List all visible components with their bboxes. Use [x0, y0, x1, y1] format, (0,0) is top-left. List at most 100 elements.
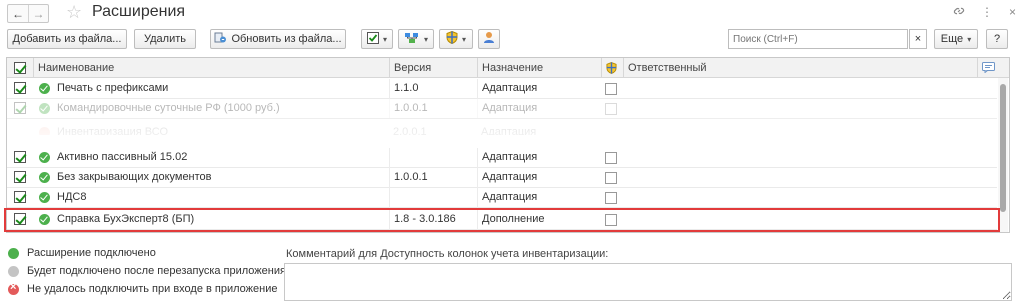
connected-status-icon	[39, 103, 50, 114]
row-name: Печать с префиксами	[57, 82, 169, 94]
row-version: 1.0.0.1	[389, 99, 477, 119]
link-icon[interactable]	[953, 5, 965, 20]
connected-status-icon	[39, 172, 50, 183]
extensions-table: Наименование Версия Назначение Ответстве…	[6, 57, 1010, 233]
more-button[interactable]: Еще ▾	[934, 29, 978, 49]
safe-mode-checkbox[interactable]	[605, 103, 617, 115]
structure-dropdown[interactable]: ▾	[398, 29, 434, 49]
security-dropdown[interactable]: ▾	[439, 29, 473, 49]
pending-status-icon	[8, 266, 19, 277]
update-icon	[214, 32, 227, 47]
title-bar: ← → ☆ Расширения ⋮ ×	[0, 0, 1024, 26]
row-name: Командировочные суточные РФ (1000 руб.)	[57, 102, 280, 114]
safe-mode-checkbox[interactable]	[605, 83, 617, 95]
highlight-frame	[4, 208, 1000, 232]
arrow-right-icon: →	[32, 6, 45, 21]
header-version[interactable]: Версия	[389, 58, 477, 78]
legend-text: Будет подключено после перезапуска прило…	[27, 265, 286, 277]
update-from-file-button[interactable]: Обновить из файла...	[210, 29, 346, 49]
page-title: Расширения	[92, 3, 186, 20]
legend-item-after-restart: Будет подключено после перезапуска прило…	[8, 264, 286, 280]
arrow-left-icon: ←	[12, 6, 24, 21]
structure-icon	[404, 32, 420, 47]
connected-status-icon	[39, 152, 50, 163]
row-version	[389, 148, 477, 168]
legend-item-failed: Не удалось подключить при входе в прилож…	[8, 281, 278, 298]
connected-status-icon	[39, 83, 50, 94]
comment-label: Комментарий для Доступность колонок учет…	[286, 248, 609, 260]
row-purpose: Адаптация	[477, 79, 601, 99]
update-from-file-label: Обновить из файла...	[231, 33, 342, 45]
safe-mode-checkbox[interactable]	[605, 192, 617, 204]
chevron-down-icon: ▾	[382, 34, 387, 44]
row-checkbox[interactable]	[14, 171, 26, 183]
table-row[interactable]: Инвентаризация ВСО 2.0.0.1 Адаптация	[7, 119, 997, 135]
row-name: Активно пассивный 15.02	[57, 151, 188, 163]
row-purpose: Адаптация	[477, 168, 601, 188]
scrollbar-thumb[interactable]	[1000, 84, 1006, 212]
row-version	[389, 188, 477, 208]
table-row[interactable]: Активно пассивный 15.02 Адаптация	[7, 148, 997, 168]
table-row[interactable]: Без закрывающих документов 1.0.0.1 Адапт…	[7, 168, 997, 188]
back-button[interactable]: ←	[8, 5, 28, 22]
window-controls: ⋮ ×	[953, 5, 1016, 20]
row-version: 1.0.0.1	[389, 168, 477, 188]
row-purpose: Адаптация	[477, 99, 601, 119]
row-purpose: Адаптация	[481, 126, 537, 135]
table-header: Наименование Версия Назначение Ответстве…	[7, 58, 1009, 78]
user-button[interactable]	[478, 29, 500, 49]
row-checkbox[interactable]	[14, 151, 26, 163]
table-row[interactable]: Командировочные суточные РФ (1000 руб.) …	[7, 99, 997, 119]
connected-status-icon	[8, 248, 19, 259]
row-purpose: Адаптация	[477, 148, 601, 168]
header-purpose[interactable]: Назначение	[477, 58, 601, 78]
row-version: 1.1.0	[389, 79, 477, 99]
faded-row-content: Инвентаризация ВСО 2.0.0.1 Адаптация	[7, 123, 997, 135]
row-checkbox[interactable]	[14, 191, 26, 203]
safe-mode-checkbox[interactable]	[605, 152, 617, 164]
chevron-down-icon: ▾	[423, 34, 428, 44]
header-safe-mode[interactable]	[601, 58, 623, 78]
comment-icon	[982, 62, 995, 76]
checkbox-icon	[366, 31, 379, 47]
legend-text: Расширение подключено	[27, 247, 156, 259]
table-row[interactable]: Печать с префиксами 1.1.0 Адаптация	[7, 79, 997, 99]
header-responsible[interactable]: Ответственный	[623, 58, 977, 78]
row-version: 2.0.0.1	[393, 126, 427, 135]
user-icon	[483, 31, 495, 47]
header-name[interactable]: Наименование	[33, 58, 389, 78]
add-from-file-button[interactable]: Добавить из файла...	[7, 29, 127, 49]
failed-status-icon	[39, 127, 50, 135]
header-comment[interactable]	[977, 58, 1009, 78]
more-label: Еще	[940, 33, 964, 45]
check-all-dropdown[interactable]: ▾	[361, 29, 393, 49]
legend-item-connected: Расширение подключено	[8, 246, 278, 262]
chevron-down-icon: ▾	[461, 34, 466, 44]
delete-button[interactable]: Удалить	[134, 29, 196, 49]
nav-group: ← →	[7, 4, 49, 23]
row-purpose: Адаптация	[477, 188, 601, 208]
connected-status-icon	[39, 192, 50, 203]
row-checkbox[interactable]	[14, 82, 26, 94]
search-input[interactable]	[728, 29, 908, 49]
legend-text: Не удалось подключить при входе в прилож…	[27, 283, 278, 295]
forward-button[interactable]: →	[28, 5, 48, 22]
shield-icon	[446, 30, 458, 47]
header-checkbox-icon	[14, 62, 26, 74]
search-clear-button[interactable]: ×	[909, 29, 927, 49]
comment-field[interactable]	[284, 263, 1012, 301]
row-checkbox[interactable]	[14, 102, 26, 114]
header-check-column[interactable]	[7, 58, 33, 78]
row-name: Инвентаризация ВСО	[57, 126, 169, 135]
safe-mode-checkbox[interactable]	[605, 172, 617, 184]
favorite-star-icon[interactable]: ☆	[66, 2, 82, 22]
error-status-icon	[8, 281, 19, 295]
chevron-down-icon: ▾	[967, 34, 972, 44]
close-icon[interactable]: ×	[1009, 5, 1016, 20]
help-button[interactable]: ?	[986, 29, 1008, 49]
row-name: НДС8	[57, 191, 87, 203]
table-row[interactable]: НДС8 Адаптация	[7, 188, 997, 208]
more-icon[interactable]: ⋮	[981, 5, 993, 20]
toolbar: Добавить из файла... Удалить Обновить из…	[0, 29, 1024, 51]
row-name: Без закрывающих документов	[57, 171, 212, 183]
